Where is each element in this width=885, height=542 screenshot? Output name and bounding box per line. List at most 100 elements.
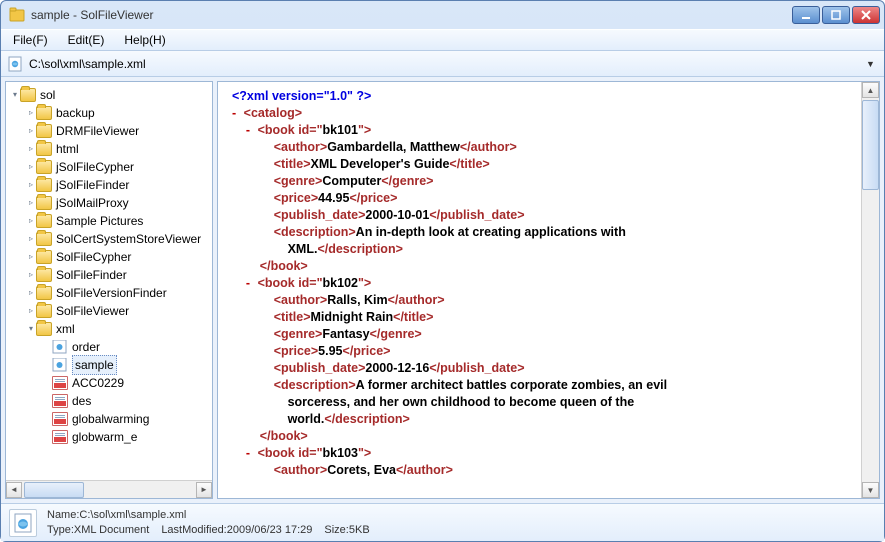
tree-label: jSolMailProxy (56, 194, 129, 212)
menu-help[interactable]: Help(H) (116, 31, 173, 49)
xml-line: <author>Corets, Eva</author> (232, 462, 855, 479)
xml-line: <description>A former architect battles … (232, 377, 855, 394)
folder-icon (36, 286, 52, 300)
expand-icon[interactable]: ▹ (26, 248, 36, 266)
tree-folder-xml[interactable]: ▾xml (6, 320, 212, 338)
tree-scroll[interactable]: ▾sol▹backup▹DRMFileViewer▹html▹jSolFileC… (6, 82, 212, 480)
menubar: File(F) Edit(E) Help(H) (1, 29, 884, 51)
path-text: C:\sol\xml\sample.xml (29, 57, 860, 71)
expand-icon[interactable]: ▹ (26, 158, 36, 176)
tree-label: SolFileViewer (56, 302, 129, 320)
tree-folder[interactable]: ▹SolCertSystemStoreViewer (6, 230, 212, 248)
xml-line: <?xml version="1.0" ?> (232, 88, 855, 105)
hscroll-thumb[interactable] (24, 482, 84, 498)
tree-folder[interactable]: ▹ jSolFileFinder (6, 176, 212, 194)
statusbar: Name:C:\sol\xml\sample.xml Type:XML Docu… (1, 503, 884, 541)
xml-line: - <book id="bk103"> (232, 445, 855, 462)
expand-icon[interactable]: ▹ (26, 140, 36, 158)
tree-file[interactable]: ACC0229 (6, 374, 212, 392)
expand-icon[interactable]: ▹ (26, 104, 36, 122)
tree-folder[interactable]: ▹ html (6, 140, 212, 158)
xml-line: <author>Ralls, Kim</author> (232, 292, 855, 309)
tree-label: globwarm_e (72, 428, 137, 446)
expand-icon[interactable]: ▹ (26, 194, 36, 212)
expand-icon[interactable]: ▹ (26, 122, 36, 140)
expand-icon[interactable]: ▹ (26, 176, 36, 194)
xml-viewer[interactable]: <?xml version="1.0" ?>- <catalog> - <boo… (218, 82, 861, 498)
folder-icon (36, 322, 52, 336)
tree-label: des (72, 392, 91, 410)
menu-edit[interactable]: Edit(E) (60, 31, 113, 49)
tree-folder[interactable]: ▹ jSolFileCypher (6, 158, 212, 176)
folder-icon (36, 214, 52, 228)
expand-icon[interactable]: ▹ (26, 284, 36, 302)
tree-label: backup (56, 104, 95, 122)
expand-icon[interactable]: ▾ (10, 86, 20, 104)
scroll-up-icon[interactable]: ▲ (862, 82, 879, 98)
tree-file[interactable]: globalwarming (6, 410, 212, 428)
scroll-right-icon[interactable]: ► (196, 482, 212, 498)
content-vscrollbar[interactable]: ▲ ▼ (861, 82, 879, 498)
app-icon (9, 7, 25, 23)
scroll-left-icon[interactable]: ◄ (6, 482, 22, 498)
vscroll-thumb[interactable] (862, 100, 879, 190)
xml-line: <author>Gambardella, Matthew</author> (232, 139, 855, 156)
tree-hscrollbar[interactable]: ◄ ► (6, 480, 212, 498)
tree-folder[interactable]: ▹DRMFileViewer (6, 122, 212, 140)
tree-file[interactable]: globwarm_e (6, 428, 212, 446)
scroll-down-icon[interactable]: ▼ (862, 482, 879, 498)
expand-icon[interactable]: ▹ (26, 230, 36, 248)
pdf-file-icon (52, 394, 68, 408)
expand-icon[interactable]: ▾ (26, 320, 36, 338)
tree-label: SolFileCypher (56, 248, 131, 266)
tree-folder[interactable]: ▹ SolFileFinder (6, 266, 212, 284)
xml-line: <price>5.95</price> (232, 343, 855, 360)
content-panel: <?xml version="1.0" ?>- <catalog> - <boo… (217, 81, 880, 499)
window-title: sample - SolFileViewer (31, 8, 792, 22)
tree-file[interactable]: des (6, 392, 212, 410)
xml-line: <publish_date>2000-10-01</publish_date> (232, 207, 855, 224)
close-button[interactable] (852, 6, 880, 24)
xml-line: XML.</description> (232, 241, 855, 258)
xml-file-icon (52, 340, 68, 354)
xml-line: </book> (232, 258, 855, 275)
vscroll-track[interactable] (862, 98, 879, 482)
xml-line: world.</description> (232, 411, 855, 428)
xml-file-icon (52, 358, 68, 372)
tree-folder[interactable]: ▹ SolFileCypher (6, 248, 212, 266)
titlebar[interactable]: sample - SolFileViewer (1, 1, 884, 29)
tree-file[interactable]: sample (6, 356, 212, 374)
tree-root[interactable]: ▾sol (6, 86, 212, 104)
folder-icon (36, 250, 52, 264)
pdf-file-icon (52, 412, 68, 426)
tree-label: html (56, 140, 79, 158)
xml-line: <title>Midnight Rain</title> (232, 309, 855, 326)
tree-folder[interactable]: ▹ jSolMailProxy (6, 194, 212, 212)
expand-icon[interactable]: ▹ (26, 266, 36, 284)
pdf-file-icon (52, 376, 68, 390)
folder-icon (36, 304, 52, 318)
hscroll-track[interactable] (22, 482, 196, 498)
expand-icon[interactable]: ▹ (26, 212, 36, 230)
xml-line: - <book id="bk102"> (232, 275, 855, 292)
xml-line: <title>XML Developer's Guide</title> (232, 156, 855, 173)
tree-folder[interactable]: ▹SolFileVersionFinder (6, 284, 212, 302)
folder-icon (36, 142, 52, 156)
xml-line: <publish_date>2000-12-16</publish_date> (232, 360, 855, 377)
expand-icon[interactable]: ▹ (26, 302, 36, 320)
tree-folder[interactable]: ▹ backup (6, 104, 212, 122)
tree-label: order (72, 338, 100, 356)
tree-file[interactable]: order (6, 338, 212, 356)
tree-label: SolFileFinder (56, 266, 127, 284)
tree-folder[interactable]: ▹ SolFileViewer (6, 302, 212, 320)
tree-label: Sample Pictures (56, 212, 143, 230)
window-buttons (792, 6, 880, 24)
tree-folder[interactable]: ▹ Sample Pictures (6, 212, 212, 230)
tree-label: jSolFileCypher (56, 158, 134, 176)
tree-label: jSolFileFinder (56, 176, 129, 194)
minimize-button[interactable] (792, 6, 820, 24)
menu-file[interactable]: File(F) (5, 31, 56, 49)
maximize-button[interactable] (822, 6, 850, 24)
folder-icon (36, 232, 52, 246)
path-dropdown-icon[interactable]: ▼ (866, 59, 878, 69)
